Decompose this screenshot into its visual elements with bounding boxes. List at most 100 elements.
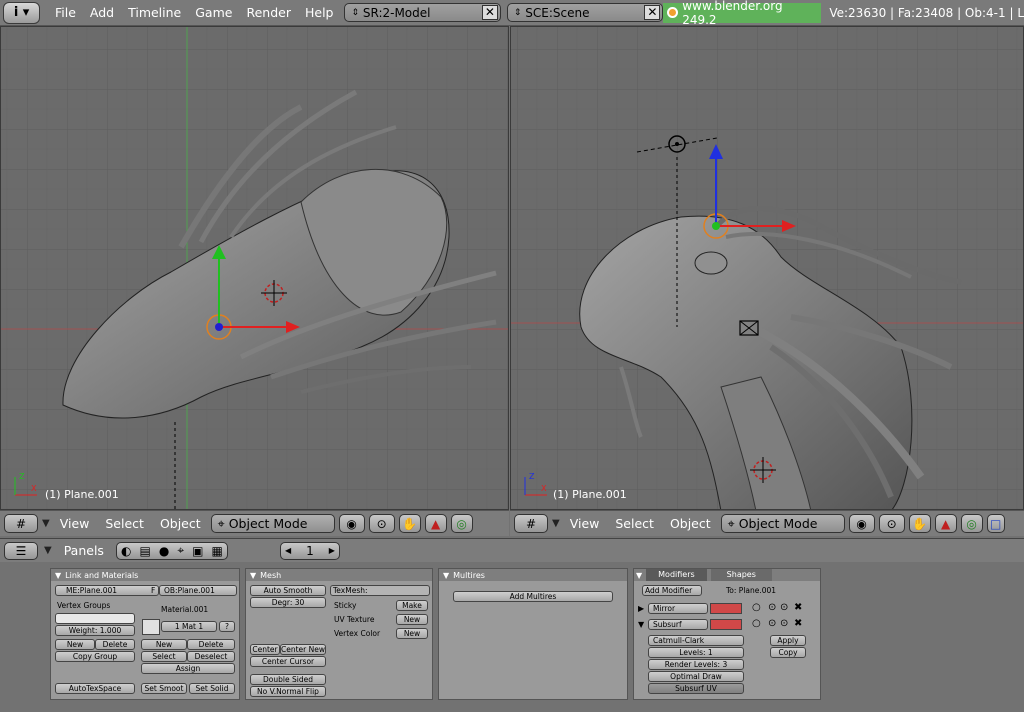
window-type-button[interactable]: # <box>4 514 38 533</box>
center-cursor-button[interactable]: Center Cursor <box>250 656 326 667</box>
current-frame[interactable]: 1 <box>306 544 314 558</box>
viewport-left-canvas[interactable]: Z X <box>1 27 509 510</box>
chevron-right-icon[interactable]: ▶ <box>638 604 644 613</box>
object-datablock-field[interactable]: OB:Plane.001 <box>159 585 237 596</box>
pivot-button[interactable]: ⊙ <box>878 514 905 533</box>
menu-panels[interactable]: Panels <box>58 543 110 558</box>
cage-toggle-icon[interactable]: ○ <box>752 618 761 629</box>
copy-group-button[interactable]: Copy Group <box>55 651 135 662</box>
chevron-down-icon[interactable]: ▼ <box>638 620 644 629</box>
chevron-left-icon[interactable]: ◀ <box>285 546 291 555</box>
center-button[interactable]: Center <box>250 644 280 655</box>
material-new-button[interactable]: New <box>141 639 187 650</box>
menu-timeline[interactable]: Timeline <box>121 5 188 20</box>
close-icon[interactable]: ✕ <box>644 5 661 20</box>
vgroup-new-button[interactable]: New <box>55 639 95 650</box>
move-down-icon[interactable]: ⊙ <box>780 618 788 629</box>
viewport-left[interactable]: Z X (1) Plane.001 <box>0 26 509 510</box>
render-levels-field[interactable]: Render Levels: 3 <box>648 659 744 670</box>
menu-object[interactable]: Object <box>664 516 717 531</box>
scale-toggle[interactable]: □ <box>986 514 1005 533</box>
viewport-right-canvas[interactable]: Z X <box>511 27 1024 510</box>
autotexspace-button[interactable]: AutoTexSpace <box>55 683 135 694</box>
translate-toggle[interactable]: ▲ <box>934 514 957 533</box>
subsurf-uv-toggle[interactable]: Subsurf UV <box>648 683 744 694</box>
mesh-datablock-field[interactable]: ME:Plane.001 <box>55 585 159 596</box>
vertex-group-field[interactable] <box>55 613 135 624</box>
menu-add[interactable]: Add <box>83 5 121 20</box>
draw-type-button[interactable]: ◉ <box>848 514 875 533</box>
rotate-toggle[interactable]: ◎ <box>960 514 983 533</box>
vgroup-delete-button[interactable]: Delete <box>95 639 135 650</box>
double-sided-toggle[interactable]: Double Sided <box>250 674 326 685</box>
object-icon[interactable]: ⌖ <box>177 543 184 558</box>
panel-title[interactable]: ▼ Multires <box>439 569 627 581</box>
auto-smooth-toggle[interactable]: Auto Smooth <box>250 585 326 596</box>
texmesh-field[interactable]: TexMesh: <box>330 585 430 596</box>
menu-view[interactable]: View <box>54 516 96 531</box>
degr-field[interactable]: Degr: 30 <box>250 597 326 608</box>
center-new-button[interactable]: Center New <box>280 644 326 655</box>
logic-icon[interactable]: ◐ <box>121 544 131 558</box>
subsurf-visibility-icons[interactable] <box>710 619 742 630</box>
chevron-down-icon[interactable]: ▼ <box>250 571 256 580</box>
mirror-visibility-icons[interactable] <box>710 603 742 614</box>
mirror-modifier-name[interactable]: Mirror <box>648 603 708 614</box>
fake-user-label[interactable]: F <box>151 586 155 595</box>
chevron-down-icon[interactable]: ▼ <box>443 571 449 580</box>
manipulator-toggle[interactable]: ✋ <box>908 514 931 533</box>
subdivision-type-menu[interactable]: Catmull-Clark <box>648 635 744 646</box>
panel-title[interactable]: ▼ Mesh <box>246 569 432 581</box>
uv-texture-new-button[interactable]: New <box>396 614 428 625</box>
frame-field[interactable]: ◀ 1 ▶ <box>279 541 340 560</box>
weight-field[interactable]: Weight: 1.000 <box>55 625 135 636</box>
info-window-button[interactable]: i ▾ <box>3 1 41 24</box>
screen-name[interactable]: SR:2-Model <box>363 6 431 20</box>
viewport-right[interactable]: Z X (1) Plane.001 <box>510 26 1024 510</box>
menu-file[interactable]: File <box>48 5 83 20</box>
window-type-button[interactable]: ☰ <box>4 541 38 560</box>
chevron-right-icon[interactable]: ▶ <box>329 546 335 555</box>
set-smooth-button[interactable]: Set Smoot <box>141 683 187 694</box>
panel-title[interactable]: ▼ Link and Materials <box>51 569 239 581</box>
chevron-down-icon[interactable]: ▼ <box>636 571 642 580</box>
window-type-button[interactable]: # <box>514 514 548 533</box>
optimal-draw-toggle[interactable]: Optimal Draw <box>648 671 744 682</box>
menu-object[interactable]: Object <box>154 516 207 531</box>
scene-name[interactable]: SCE:Scene <box>525 6 589 20</box>
close-icon[interactable]: ✖ <box>794 618 802 629</box>
menu-render[interactable]: Render <box>239 5 298 20</box>
menu-view[interactable]: View <box>564 516 606 531</box>
menu-help[interactable]: Help <box>298 5 341 20</box>
material-delete-button[interactable]: Delete <box>187 639 235 650</box>
chevron-down-icon[interactable]: ▼ <box>44 545 52 556</box>
vertex-color-new-button[interactable]: New <box>396 628 428 639</box>
menu-select[interactable]: Select <box>99 516 150 531</box>
chevron-down-icon[interactable]: ▼ <box>552 518 560 529</box>
set-solid-button[interactable]: Set Solid <box>189 683 235 694</box>
sticky-make-button[interactable]: Make <box>396 600 428 611</box>
material-color-swatch[interactable] <box>142 619 160 635</box>
context-buttons[interactable]: ◐ ▤ ● ⌖ ▣ ▦ <box>115 541 228 560</box>
move-up-icon[interactable]: ⊙ <box>768 618 776 629</box>
scene-icon[interactable]: ▦ <box>212 544 223 558</box>
mode-select[interactable]: ⌖ Object Mode <box>720 514 845 533</box>
tab-modifiers[interactable]: Modifiers <box>646 569 707 581</box>
chevron-down-icon[interactable]: ▼ <box>42 518 50 529</box>
editing-icon[interactable]: ▣ <box>192 544 203 558</box>
screen-field[interactable]: ⇕ SR:2-Model ✕ <box>344 3 501 22</box>
move-down-icon[interactable]: ⊙ <box>780 602 788 613</box>
add-multires-button[interactable]: Add Multires <box>453 591 613 602</box>
material-index-field[interactable]: 1 Mat 1 <box>161 621 217 632</box>
cage-toggle-icon[interactable]: ○ <box>752 602 761 613</box>
material-deselect-button[interactable]: Deselect <box>187 651 235 662</box>
rotate-toggle[interactable]: ◎ <box>450 514 473 533</box>
scene-field[interactable]: ⇕ SCE:Scene ✕ <box>506 3 664 22</box>
tab-shapes[interactable]: Shapes <box>710 569 772 581</box>
manipulator-toggle[interactable]: ✋ <box>398 514 421 533</box>
copy-modifier-button[interactable]: Copy <box>770 647 806 658</box>
close-icon[interactable]: ✖ <box>794 602 802 613</box>
menu-select[interactable]: Select <box>609 516 660 531</box>
material-select-button[interactable]: Select <box>141 651 187 662</box>
chevron-down-icon[interactable]: ▼ <box>55 571 61 580</box>
